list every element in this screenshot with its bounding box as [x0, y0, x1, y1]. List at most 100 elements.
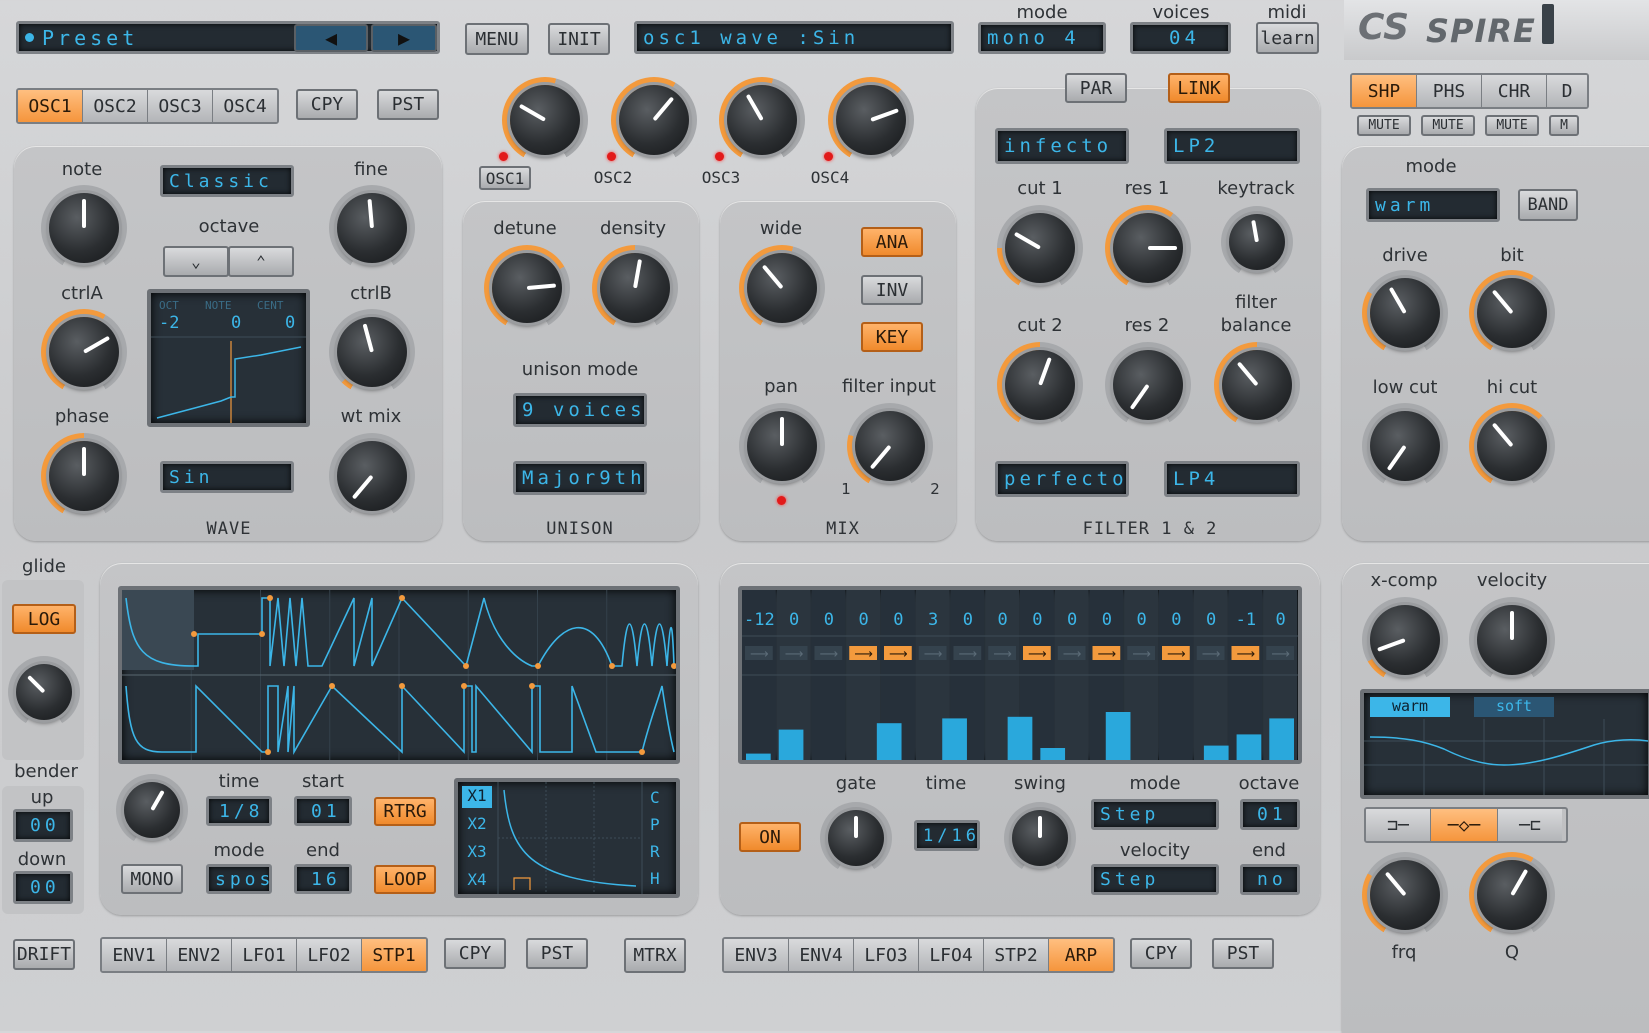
rtrg-button[interactable]: RTRG: [374, 797, 436, 826]
arp-step-value[interactable]: 0: [893, 610, 903, 630]
tab-osc2[interactable]: OSC2: [83, 90, 148, 122]
filter2-mode-select[interactable]: LP4: [1164, 461, 1300, 497]
tab-env1[interactable]: ENV1: [102, 939, 167, 971]
menu-button[interactable]: MENU: [465, 23, 529, 55]
arp-step-value[interactable]: 0: [1067, 610, 1077, 630]
arp-velocity-bar[interactable]: [942, 718, 967, 760]
fine-knob[interactable]: [329, 185, 415, 271]
step-node[interactable]: [399, 595, 405, 601]
density-knob[interactable]: [592, 245, 678, 331]
swing-knob[interactable]: [1004, 802, 1076, 874]
fx-mode-select[interactable]: warm: [1366, 188, 1500, 222]
voice-mode-select[interactable]: mono 4: [978, 22, 1106, 54]
mod-copy-button[interactable]: CPY: [444, 938, 506, 969]
arp-velocity-bar[interactable]: [876, 723, 902, 760]
bit-knob[interactable]: [1469, 270, 1555, 356]
octave-up-button[interactable]: ⌃: [228, 246, 294, 277]
arp-step-value[interactable]: 3: [928, 610, 938, 630]
key-button[interactable]: KEY: [861, 322, 923, 352]
filter2-type-select[interactable]: perfecto: [995, 461, 1129, 497]
arp-step-value[interactable]: 0: [963, 610, 973, 630]
gate-knob[interactable]: [820, 802, 892, 874]
step-node[interactable]: [529, 683, 535, 689]
tab-arp[interactable]: ARP: [1049, 939, 1113, 971]
tab-osc3[interactable]: OSC3: [148, 90, 213, 122]
loop-button[interactable]: LOOP: [374, 865, 436, 894]
low-cut-knob[interactable]: [1362, 403, 1448, 489]
octave-down-button[interactable]: ⌄: [163, 246, 229, 277]
highpass-shape-icon[interactable]: ─⊏: [1498, 809, 1562, 841]
osc3-level-knob[interactable]: [719, 77, 805, 163]
arp-velocity-bar[interactable]: [778, 729, 804, 760]
tab-lfo4[interactable]: LFO4: [919, 939, 984, 971]
env-start-select[interactable]: 01: [294, 796, 352, 826]
ctrla-knob[interactable]: [41, 309, 127, 395]
curve-p-label[interactable]: P: [650, 815, 660, 834]
step-node[interactable]: [535, 663, 541, 669]
step-node[interactable]: [461, 683, 467, 689]
tab-env2[interactable]: ENV2: [167, 939, 232, 971]
cut1-knob[interactable]: [997, 205, 1083, 291]
filter-balance-knob[interactable]: [1214, 342, 1300, 428]
ana-button[interactable]: ANA: [861, 227, 923, 257]
arp-copy-button[interactable]: CPY: [1130, 938, 1192, 969]
init-button[interactable]: INIT: [548, 23, 610, 55]
mute-chr-button[interactable]: MUTE: [1485, 115, 1539, 136]
arp-step-value[interactable]: 0: [1137, 610, 1147, 630]
curve-r-label[interactable]: R: [650, 842, 660, 861]
arp-step-value[interactable]: 0: [998, 610, 1008, 630]
drive-knob[interactable]: [1362, 270, 1448, 356]
xcomp-knob[interactable]: [1362, 597, 1448, 683]
step-node[interactable]: [267, 595, 273, 601]
step-speed-knob[interactable]: [116, 774, 188, 846]
tab-osc1[interactable]: OSC1: [18, 90, 83, 122]
voices-select[interactable]: 04: [1130, 22, 1231, 54]
tab-env4[interactable]: ENV4: [789, 939, 854, 971]
arp-velocity-bar[interactable]: [1040, 748, 1066, 760]
arp-step-value[interactable]: 0: [1032, 610, 1042, 630]
mute-phs-button[interactable]: MUTE: [1421, 115, 1475, 136]
hi-cut-knob[interactable]: [1469, 403, 1555, 489]
osc1-level-knob[interactable]: [502, 77, 588, 163]
step-node[interactable]: [265, 749, 271, 755]
glide-log-button[interactable]: LOG: [12, 604, 76, 634]
arp-paste-button[interactable]: PST: [1212, 938, 1274, 969]
arp-velocity-select[interactable]: Step: [1091, 864, 1219, 895]
preset-prev-button[interactable]: ◀: [294, 24, 368, 52]
arp-octave-select[interactable]: 01: [1240, 799, 1300, 830]
tab-stp2[interactable]: STP2: [984, 939, 1049, 971]
osc-paste-button[interactable]: PST: [377, 89, 439, 120]
curve-h-label[interactable]: H: [650, 869, 660, 888]
arp-step-value[interactable]: 0: [1276, 610, 1286, 630]
filter1-mode-select[interactable]: LP2: [1164, 128, 1300, 164]
chord-select[interactable]: Major9th: [513, 461, 647, 495]
wide-knob[interactable]: [739, 245, 825, 331]
step-node[interactable]: [639, 749, 645, 755]
velocity-knob[interactable]: [1469, 597, 1555, 683]
arp-velocity-bar[interactable]: [1269, 718, 1294, 760]
arp-time-select[interactable]: 1/16: [914, 820, 980, 851]
filter1-type-select[interactable]: infecto: [995, 128, 1129, 164]
tab-chr[interactable]: CHR: [1482, 75, 1547, 107]
wave-type-select[interactable]: Classic: [160, 165, 294, 197]
keytrack-knob[interactable]: [1221, 206, 1293, 278]
preset-next-button[interactable]: ▶: [371, 24, 437, 52]
mod-paste-button[interactable]: PST: [526, 938, 588, 969]
link-button[interactable]: LINK: [1168, 73, 1230, 103]
ctrlb-knob[interactable]: [329, 309, 415, 395]
tab-env3[interactable]: ENV3: [724, 939, 789, 971]
arp-on-button[interactable]: ON: [739, 822, 801, 852]
arp-step-value[interactable]: 0: [824, 610, 834, 630]
res1-knob[interactable]: [1105, 205, 1191, 291]
step-node[interactable]: [463, 663, 469, 669]
env-mode-select[interactable]: spos: [206, 864, 272, 894]
env-end-select[interactable]: 16: [294, 864, 352, 894]
arp-velocity-bar[interactable]: [1007, 716, 1033, 760]
tab-stp1[interactable]: STP1: [362, 939, 426, 971]
mute-shp-button[interactable]: MUTE: [1357, 115, 1411, 136]
wt-mix-knob[interactable]: [329, 433, 415, 519]
arp-step-value[interactable]: -12: [744, 610, 775, 630]
step-node[interactable]: [671, 663, 676, 669]
q-knob[interactable]: [1469, 852, 1555, 938]
band-button[interactable]: BAND: [1518, 189, 1578, 221]
